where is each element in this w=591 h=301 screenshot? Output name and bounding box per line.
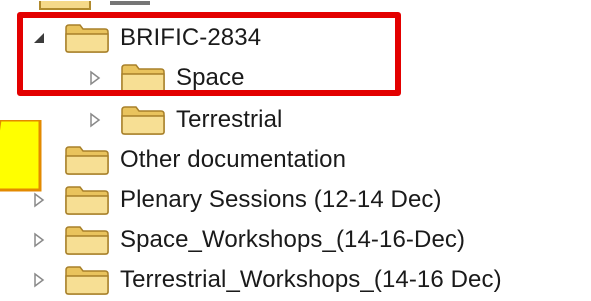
tree-item-label: Space_Workshops_(14-16-Dec) bbox=[120, 226, 466, 253]
folder-icon bbox=[65, 266, 109, 295]
folder-icon bbox=[65, 226, 109, 255]
expand-triangle-icon[interactable] bbox=[30, 230, 48, 250]
tree-item-terrestrial[interactable]: Terrestrial bbox=[86, 100, 282, 140]
highlight-box bbox=[17, 12, 401, 96]
tree-item-plenary-sessions[interactable]: Plenary Sessions (12-14 Dec) bbox=[30, 180, 442, 220]
tree-item-other-documentation[interactable]: Other documentation bbox=[64, 140, 346, 180]
tree-item-space-workshops[interactable]: Space_Workshops_(14-16-Dec) bbox=[30, 220, 465, 260]
folder-icon bbox=[65, 186, 109, 215]
folder-tree: BRIFIC-2834 Space Terrestrial Other docu… bbox=[0, 0, 591, 301]
yellow-arrow-icon bbox=[0, 120, 42, 192]
expand-triangle-icon[interactable] bbox=[30, 270, 48, 290]
tree-item-terrestrial-workshops[interactable]: Terrestrial_Workshops_(14-16 Dec) bbox=[30, 260, 502, 300]
tree-item-label: Other documentation bbox=[120, 146, 347, 173]
tree-item-label: Terrestrial bbox=[176, 106, 283, 133]
tree-item-label: Terrestrial_Workshops_(14-16 Dec) bbox=[120, 266, 502, 293]
folder-icon bbox=[65, 146, 109, 175]
partial-top-row bbox=[0, 0, 160, 12]
tree-item-label: Plenary Sessions (12-14 Dec) bbox=[120, 186, 442, 213]
folder-icon bbox=[121, 106, 165, 135]
expand-triangle-icon[interactable] bbox=[86, 110, 104, 130]
